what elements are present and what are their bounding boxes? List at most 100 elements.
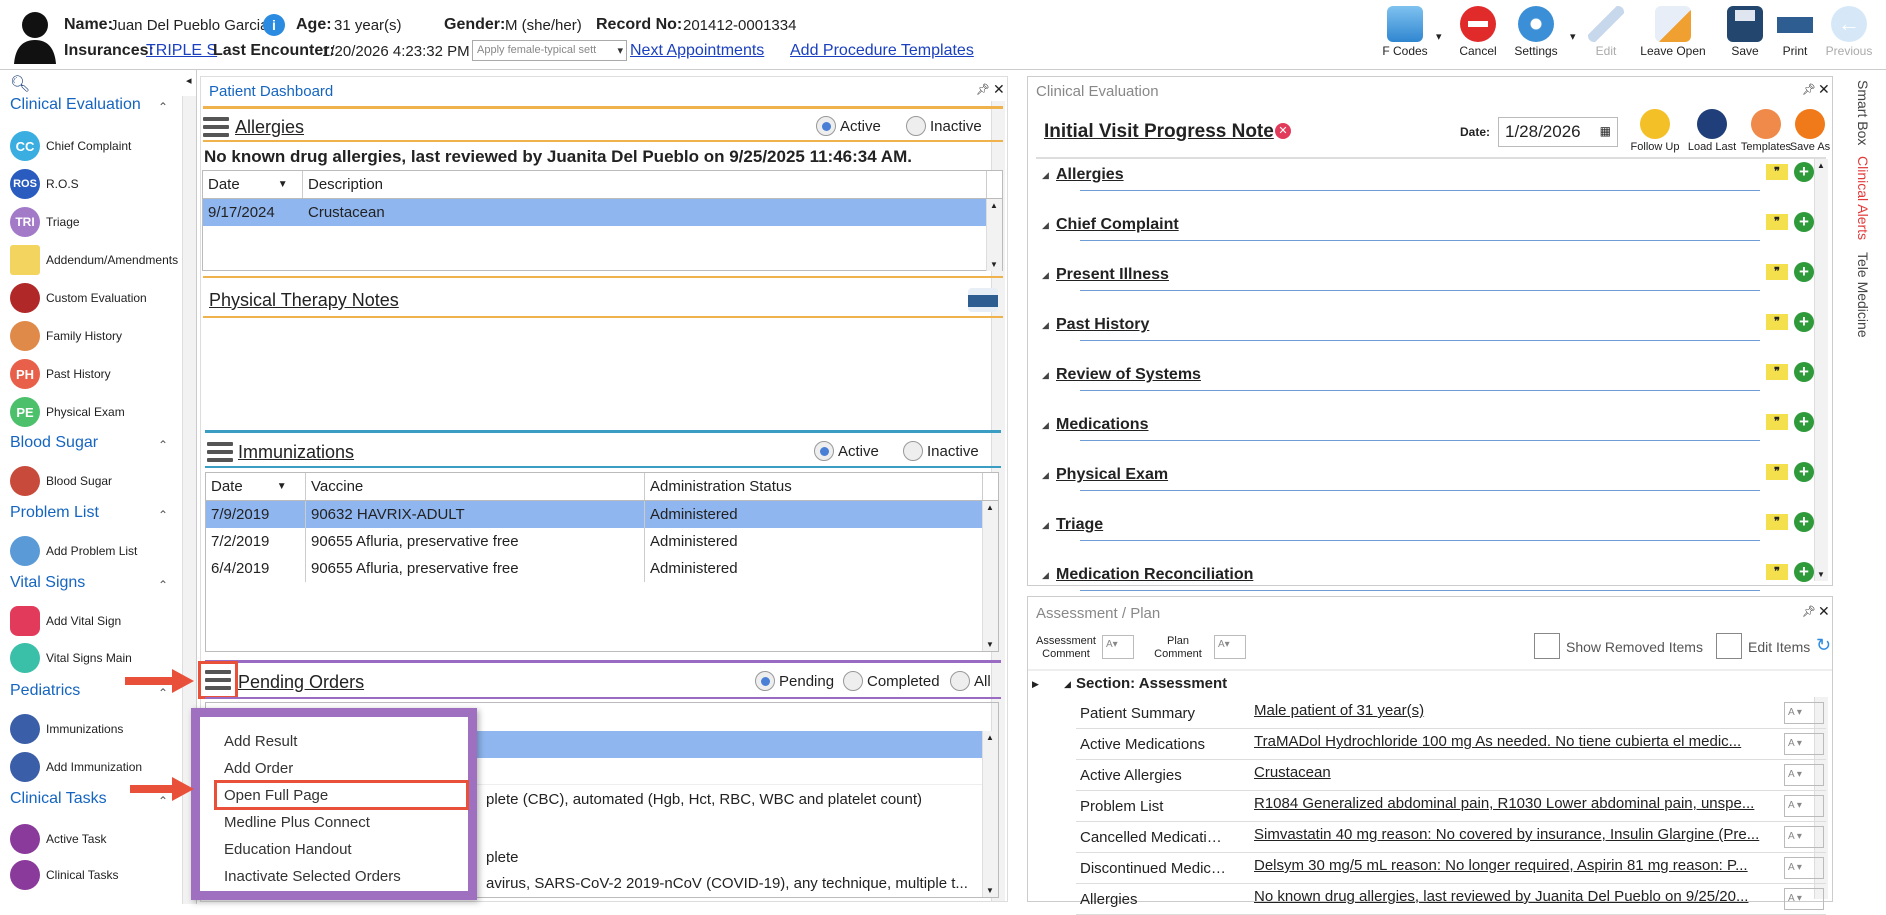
remove-note-icon[interactable]: ✕ xyxy=(1275,123,1291,139)
collapse-triangle-icon[interactable]: ◢ xyxy=(1042,220,1049,231)
quote-icon[interactable]: ❞ xyxy=(1766,364,1788,380)
pending-table-scrollbar[interactable]: ▲ ▼ xyxy=(982,731,998,897)
pending-radio[interactable]: Pending xyxy=(755,671,834,691)
quote-icon[interactable]: ❞ xyxy=(1766,264,1788,280)
clinical-alerts-tab[interactable]: Clinical Alerts xyxy=(1855,156,1871,240)
clinical-section-title[interactable]: Present Illness xyxy=(1056,266,1169,284)
add-icon[interactable]: + xyxy=(1794,412,1814,432)
assessment-comment-dropdown[interactable]: A▾ xyxy=(1102,635,1134,659)
assessment-row[interactable]: Active Allergies Crustacean A ▾ xyxy=(1076,760,1826,791)
add-icon[interactable]: + xyxy=(1794,162,1814,182)
clinical-section-row[interactable]: ◢ Physical Exam ❞ + xyxy=(1040,460,1830,510)
comment-dropdown[interactable]: A ▾ xyxy=(1784,702,1824,724)
assessment-row-value[interactable]: TraMADol Hydrochloride 100 mg As needed.… xyxy=(1254,733,1786,750)
collapse-section-icon[interactable]: ◢ xyxy=(1064,679,1071,690)
nav-item-vital-signs-main[interactable]: Vital Signs Main xyxy=(10,643,132,673)
all-radio[interactable]: All xyxy=(950,671,991,691)
clinical-section-title[interactable]: Triage xyxy=(1056,516,1103,534)
chevron-up-icon[interactable]: ⌃ xyxy=(158,508,168,522)
menu-item-education-handout[interactable]: Education Handout xyxy=(224,841,352,858)
menu-item-medline-plus[interactable]: Medline Plus Connect xyxy=(224,814,370,831)
scroll-up-icon[interactable]: ▲ xyxy=(986,733,994,742)
clinical-section-title[interactable]: Allergies xyxy=(1056,166,1124,184)
plan-comment-dropdown[interactable]: A▾ xyxy=(1214,635,1246,659)
column-header-date[interactable]: Date ▼ xyxy=(206,473,306,500)
immunizations-active-radio[interactable]: Active xyxy=(814,441,879,461)
collapse-triangle-icon[interactable]: ◢ xyxy=(1042,420,1049,431)
edit-button[interactable]: Edit xyxy=(1571,6,1641,58)
insurance-link[interactable]: TRIPLE S xyxy=(146,42,217,60)
chevron-up-icon[interactable]: ⌃ xyxy=(158,438,168,452)
allergies-inactive-radio[interactable]: Inactive xyxy=(906,116,982,136)
clinical-section-row[interactable]: ◢ Allergies ❞ + xyxy=(1040,160,1830,210)
pin-icon[interactable]: 📌︎ xyxy=(1802,605,1816,618)
nav-item-add-vital-sign[interactable]: Add Vital Sign xyxy=(10,606,121,636)
chevron-up-icon[interactable]: ⌃ xyxy=(158,686,168,700)
info-icon[interactable]: i xyxy=(263,14,285,36)
immunizations-inactive-radio[interactable]: Inactive xyxy=(903,441,979,461)
comment-dropdown[interactable]: A ▾ xyxy=(1784,733,1824,755)
search-icon[interactable]: 🔍︎ xyxy=(10,74,30,94)
clinical-section-title[interactable]: Physical Exam xyxy=(1056,466,1168,484)
expand-icon[interactable]: ▶ xyxy=(1032,679,1039,690)
column-header-status[interactable]: Administration Status xyxy=(645,473,983,500)
allergies-table-scrollbar[interactable]: ▲ ▼ xyxy=(986,199,1002,271)
pin-icon[interactable]: 📌︎ xyxy=(1802,83,1816,96)
clinical-section-row[interactable]: ◢ Review of Systems ❞ + xyxy=(1040,360,1830,410)
clinical-section-row[interactable]: ◢ Past History ❞ + xyxy=(1040,310,1830,360)
chevron-up-icon[interactable]: ⌃ xyxy=(158,578,168,592)
assessment-row[interactable]: Cancelled Medications Simvastatin 40 mg r… xyxy=(1076,822,1826,853)
smart-box-tab[interactable]: Smart Box xyxy=(1855,80,1871,145)
table-row[interactable]: 7/2/2019 90655 Afluria, preservative free… xyxy=(206,528,982,555)
allergies-active-radio[interactable]: Active xyxy=(816,116,881,136)
table-row[interactable]: 6/4/2019 90655 Afluria, preservative free… xyxy=(206,555,982,582)
table-row[interactable]: 9/17/2024 Crustacean xyxy=(203,199,986,226)
assessment-row-value[interactable]: Delsym 30 mg/5 mL reason: No longer requ… xyxy=(1254,857,1786,874)
clinical-section-title[interactable]: Past History xyxy=(1056,316,1149,334)
immunizations-menu-icon[interactable] xyxy=(207,442,233,462)
add-icon[interactable]: + xyxy=(1794,512,1814,532)
allergies-title[interactable]: Allergies xyxy=(235,117,304,138)
clinical-section-row[interactable]: ◢ Present Illness ❞ + xyxy=(1040,260,1830,310)
nav-item-immunizations[interactable]: Immunizations xyxy=(10,714,123,744)
clinical-section-row[interactable]: ◢ Medications ❞ + xyxy=(1040,410,1830,460)
nav-item-physical-exam[interactable]: PE Physical Exam xyxy=(10,397,125,427)
assessment-row-value[interactable]: Simvastatin 40 mg reason: No covered by … xyxy=(1254,826,1786,843)
nav-item-addendum[interactable]: Addendum/Amendments xyxy=(10,245,178,275)
next-appointments-link[interactable]: Next Appointments xyxy=(630,42,764,60)
collapse-triangle-icon[interactable]: ◢ xyxy=(1042,520,1049,531)
assessment-row[interactable]: Problem List R1084 Generalized abdominal … xyxy=(1076,791,1826,822)
settings-button[interactable]: Settings xyxy=(1501,6,1571,58)
nav-item-add-immunization[interactable]: Add Immunization xyxy=(10,752,142,782)
edit-items-checkbox[interactable] xyxy=(1716,633,1742,659)
assessment-row-value[interactable]: R1084 Generalized abdominal pain, R1030 … xyxy=(1254,795,1786,812)
template-select[interactable]: Apply female-typical sett ▾ xyxy=(472,40,627,61)
fcodes-dropdown-icon[interactable]: ▾ xyxy=(1436,30,1442,43)
date-field[interactable]: 1/28/2026 ▦ xyxy=(1498,117,1618,147)
collapse-triangle-icon[interactable]: ◢ xyxy=(1042,170,1049,181)
nav-item-clinical-tasks[interactable]: Clinical Tasks xyxy=(10,860,118,890)
collapse-triangle-icon[interactable]: ◢ xyxy=(1042,370,1049,381)
tele-medicine-tab[interactable]: Tele Medicine xyxy=(1855,252,1871,338)
add-icon[interactable]: + xyxy=(1794,262,1814,282)
pin-icon[interactable]: 📌︎ xyxy=(976,83,990,96)
nav-item-triage[interactable]: TRI Triage xyxy=(10,207,80,237)
pending-orders-title[interactable]: Pending Orders xyxy=(238,672,364,693)
nav-item-chief-complaint[interactable]: CC Chief Complaint xyxy=(10,131,131,161)
add-icon[interactable]: + xyxy=(1794,562,1814,582)
previous-button[interactable]: ← Previous xyxy=(1814,6,1884,58)
clinical-section-title[interactable]: Medication Reconciliation xyxy=(1056,566,1253,584)
immunizations-title[interactable]: Immunizations xyxy=(238,442,354,463)
save-as-button[interactable]: Save As xyxy=(1786,109,1834,153)
add-icon[interactable]: + xyxy=(1794,312,1814,332)
column-header-description[interactable]: Description xyxy=(303,171,987,198)
table-row[interactable]: 7/9/2019 90632 HAVRIX-ADULT Administered xyxy=(206,501,982,528)
quote-icon[interactable]: ❞ xyxy=(1766,314,1788,330)
clinical-section-row[interactable]: ◢ Triage ❞ + xyxy=(1040,510,1830,560)
assessment-row-value[interactable]: Crustacean xyxy=(1254,764,1786,781)
collapse-triangle-icon[interactable]: ◢ xyxy=(1042,320,1049,331)
chevron-up-icon[interactable]: ⌃ xyxy=(158,100,168,114)
scroll-down-icon[interactable]: ▼ xyxy=(990,260,998,269)
scroll-down-icon[interactable]: ▼ xyxy=(986,640,994,649)
assessment-row-value[interactable]: No known drug allergies, last reviewed b… xyxy=(1254,888,1786,905)
